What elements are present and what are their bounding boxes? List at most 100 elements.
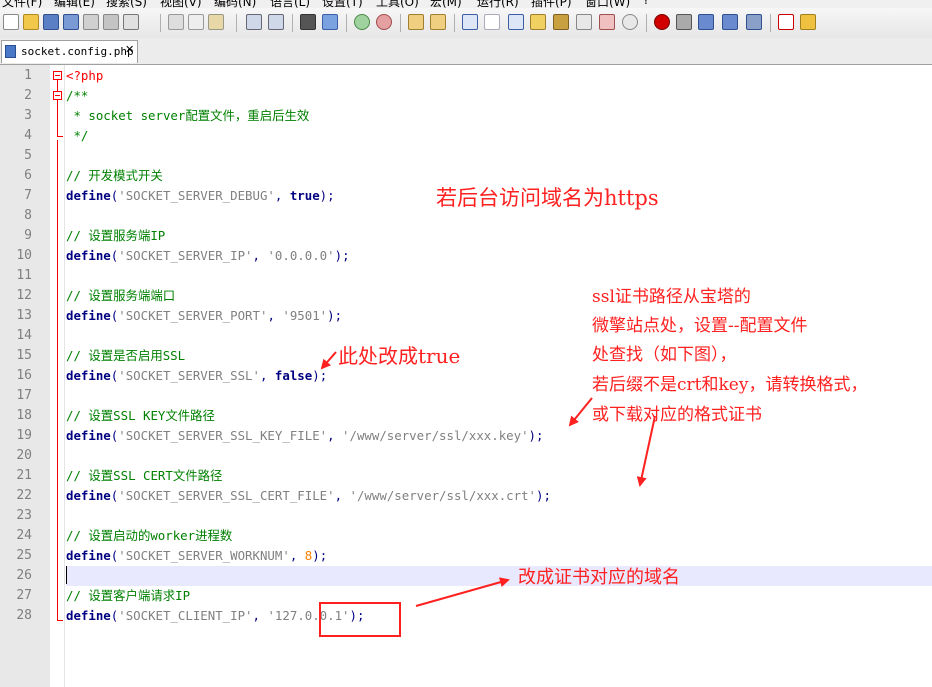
print-icon[interactable] [123, 14, 139, 30]
zoom-in-icon[interactable] [354, 14, 370, 30]
code-line[interactable]: 23 [0, 506, 932, 526]
tab-close-icon[interactable]: ✕ [125, 43, 134, 56]
code-line[interactable]: 18 // 设置SSL KEY文件路径 [0, 406, 932, 426]
code-line[interactable]: 9 // 设置服务端IP [0, 226, 932, 246]
annotation-ssl-path-3: 处查找（如下图）， [592, 345, 737, 365]
code-line[interactable]: 19 define('SOCKET_SERVER_SSL_KEY_FILE', '… [0, 426, 932, 446]
line-text[interactable]: /** [66, 86, 932, 106]
code-line[interactable]: 11 [0, 266, 932, 286]
close-all-icon[interactable] [103, 14, 119, 30]
folder-workspace-icon[interactable] [599, 14, 615, 30]
copy-icon[interactable] [188, 14, 204, 30]
menu-tools[interactable]: 工具(O) [376, 0, 419, 8]
code-line[interactable]: 2 /** [0, 86, 932, 106]
record-macro-icon[interactable] [654, 14, 670, 30]
line-text[interactable]: define('SOCKET_SERVER_IP', '0.0.0.0'); [66, 246, 932, 266]
monitor-icon[interactable] [622, 14, 638, 30]
line-number: 25 [16, 548, 32, 563]
menu-view[interactable]: 视图(V) [160, 0, 202, 8]
toolbar [0, 8, 932, 39]
replace-icon[interactable] [322, 14, 338, 30]
sync-horizontal-icon[interactable] [430, 14, 446, 30]
code-line[interactable]: 3 * socket server配置文件，重启后生效 [0, 106, 932, 126]
redo-icon[interactable] [268, 14, 284, 30]
menu-run[interactable]: 运行(R) [477, 0, 519, 8]
code-line[interactable]: 22 define('SOCKET_SERVER_SSL_CERT_FILE', … [0, 486, 932, 506]
line-text[interactable]: define('SOCKET_SERVER_SSL_KEY_FILE', '/w… [66, 426, 932, 446]
menu-file[interactable]: 文件(F) [2, 0, 42, 8]
code-line[interactable]: 4 */ [0, 126, 932, 146]
undo-icon[interactable] [246, 14, 262, 30]
line-text[interactable]: <?php [66, 66, 932, 86]
new-file-icon[interactable] [3, 14, 19, 30]
plugin-icon[interactable] [800, 14, 816, 30]
word-wrap-icon[interactable] [462, 14, 478, 30]
line-text[interactable]: // 设置SSL CERT文件路径 [66, 466, 932, 486]
line-text[interactable]: // 设置客户端请求IP [66, 586, 932, 606]
save-icon[interactable] [43, 14, 59, 30]
line-number: 8 [24, 208, 32, 223]
line-text[interactable]: // 设置SSL KEY文件路径 [66, 406, 932, 426]
line-text[interactable]: * socket server配置文件，重启后生效 [66, 106, 932, 126]
line-number: 20 [16, 448, 32, 463]
line-text[interactable] [66, 446, 932, 466]
menu-encoding[interactable]: 编码(N) [214, 0, 256, 8]
code-line[interactable]: 27 // 设置客户端请求IP [0, 586, 932, 606]
run-macro-multiple-icon[interactable] [722, 14, 738, 30]
line-text[interactable]: // 设置服务端端口 [66, 286, 932, 306]
zoom-out-icon[interactable] [376, 14, 392, 30]
line-text[interactable] [66, 566, 932, 586]
language-icon[interactable] [530, 14, 546, 30]
line-text[interactable]: // 设置服务端IP [66, 226, 932, 246]
line-text[interactable] [66, 146, 932, 166]
code-line[interactable]: 12 // 设置服务端端口 [0, 286, 932, 306]
paste-icon[interactable] [208, 14, 224, 30]
spell-check-icon[interactable] [778, 14, 794, 30]
line-text[interactable] [66, 506, 932, 526]
play-macro-icon[interactable] [698, 14, 714, 30]
menu-search[interactable]: 搜索(S) [106, 0, 147, 8]
line-text[interactable]: define('SOCKET_SERVER_SSL_CERT_FILE', '/… [66, 486, 932, 506]
code-line[interactable]: 1 <?php [0, 66, 932, 86]
menu-language[interactable]: 语言(L) [270, 0, 310, 8]
line-text[interactable]: define('SOCKET_CLIENT_IP', '127.0.0.1'); [66, 606, 932, 626]
line-text[interactable] [66, 266, 932, 286]
code-line[interactable]: 25 define('SOCKET_SERVER_WORKNUM', 8); [0, 546, 932, 566]
show-all-chars-icon[interactable] [484, 14, 500, 30]
code-line[interactable]: 28 define('SOCKET_CLIENT_IP', '127.0.0.1'… [0, 606, 932, 626]
code-line[interactable]: 10 define('SOCKET_SERVER_IP', '0.0.0.0'); [0, 246, 932, 266]
code-line[interactable]: 26 [0, 566, 932, 586]
doc-map-icon[interactable] [553, 14, 569, 30]
sync-vertical-icon[interactable] [408, 14, 424, 30]
find-icon[interactable] [300, 14, 316, 30]
menu-plugins[interactable]: 插件(P) [531, 0, 572, 8]
tab-socket-config[interactable]: socket.config.php ✕ [1, 40, 138, 63]
line-number: 28 [16, 608, 32, 623]
annotation-ssl-path-2: 微擎站点处，设置--配置文件 [592, 316, 808, 336]
line-text[interactable]: // 设置是否启用SSL [66, 346, 932, 366]
menu-window[interactable]: 窗口(W) [585, 0, 630, 8]
code-line[interactable]: 20 [0, 446, 932, 466]
menu-settings[interactable]: 设置(T) [322, 0, 363, 8]
code-line[interactable]: 24 // 设置启动的worker进程数 [0, 526, 932, 546]
menu-help[interactable]: ? [643, 0, 649, 7]
toolbar-separator [236, 14, 237, 32]
menu-macro[interactable]: 宏(M) [430, 0, 462, 8]
stop-macro-icon[interactable] [676, 14, 692, 30]
code-line[interactable]: 15 // 设置是否启用SSL [0, 346, 932, 366]
code-line[interactable]: 21 // 设置SSL CERT文件路径 [0, 466, 932, 486]
line-text[interactable]: // 设置启动的worker进程数 [66, 526, 932, 546]
line-number: 23 [16, 508, 32, 523]
menu-edit[interactable]: 编辑(E) [54, 0, 95, 8]
line-text[interactable]: */ [66, 126, 932, 146]
open-file-icon[interactable] [23, 14, 39, 30]
line-text[interactable]: define('SOCKET_SERVER_WORKNUM', 8); [66, 546, 932, 566]
function-list-icon[interactable] [576, 14, 592, 30]
code-line[interactable]: 5 [0, 146, 932, 166]
line-number: 17 [16, 388, 32, 403]
save-all-icon[interactable] [63, 14, 79, 30]
indent-guide-icon[interactable] [508, 14, 524, 30]
close-icon[interactable] [83, 14, 99, 30]
cut-icon[interactable] [168, 14, 184, 30]
save-macro-icon[interactable] [746, 14, 762, 30]
